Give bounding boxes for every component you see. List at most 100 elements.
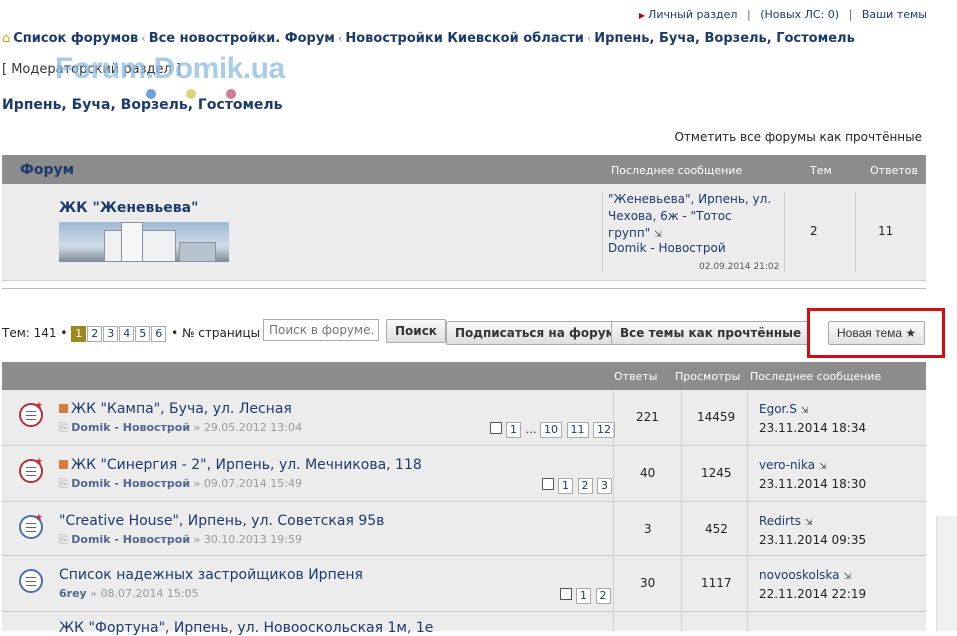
page-number-jump[interactable]: • № страницы ^	[171, 326, 274, 340]
go-to-post-icon[interactable]: ⇲	[801, 406, 809, 416]
topic-date: 30.10.2013 19:59	[203, 533, 302, 546]
topic-date: 08.07.2014 15:05	[100, 587, 199, 600]
breadcrumb-separator: ‹	[586, 32, 592, 45]
topic-pages: 1 2	[560, 588, 612, 604]
header-last-post: Последнее сообщение	[611, 164, 743, 177]
building-tower-shape	[121, 222, 143, 262]
topic-page[interactable]: 10	[540, 422, 562, 438]
topic-page[interactable]: 11	[566, 422, 589, 438]
home-icon[interactable]: ⌂	[2, 31, 10, 46]
divider	[602, 192, 603, 272]
page-2[interactable]: 2	[87, 326, 103, 342]
topic-title-link[interactable]: ЖК "Кампа", Буча, ул. Лесная	[59, 401, 292, 417]
topic-last-post: novooskolska ⇲ 22.11.2014 22:19	[759, 567, 866, 603]
private-messages-link[interactable]: (Новых ЛС: 0)	[760, 8, 839, 21]
breadcrumb-current[interactable]: Ирпень, Буча, Ворзель, Гостомель	[594, 31, 855, 46]
topic-row: ЖК "Фортуна", Ирпень, ул. Новооскольская…	[2, 612, 926, 636]
scrollbar[interactable]	[936, 516, 957, 631]
personal-arrow-icon: ▶	[638, 11, 646, 20]
topic-meta: ⎘ Domik - Новострой » 29.05.2012 13:04	[59, 421, 302, 434]
last-date: 23.11.2014 18:34	[759, 421, 867, 435]
hot-topic-icon: ★	[19, 457, 43, 483]
subscribe-forum-button[interactable]: Подписаться на форум	[446, 321, 625, 345]
subforum-last-post-link[interactable]: "Женевьева", Ирпень, ул. Чехова, 6ж - "Т…	[608, 191, 773, 244]
subforum-last-author[interactable]: Domik - Новострой	[608, 241, 726, 255]
last-author-link[interactable]: vero-nika	[759, 458, 815, 472]
page-6[interactable]: 6	[151, 326, 167, 342]
topic-page[interactable]: 1	[558, 478, 573, 494]
header-replies: Ответов	[870, 164, 918, 177]
topic-title-link[interactable]: Список надежных застройщиков Ирпеня	[59, 567, 363, 583]
breadcrumb-kiev-region[interactable]: Новостройки Киевской области	[345, 31, 584, 46]
your-topics-link[interactable]: Ваши темы	[862, 8, 927, 21]
topic-author[interactable]: Domik - Новострой	[71, 533, 190, 546]
topic-page[interactable]: 1	[506, 422, 521, 438]
topic-page[interactable]: 1	[576, 588, 591, 604]
building-annex-shape	[179, 242, 216, 262]
divider	[613, 556, 614, 611]
page-1[interactable]: 1	[71, 326, 87, 342]
topic-title-link[interactable]: ЖК "Фортуна", Ирпень, ул. Новооскольская…	[59, 620, 433, 636]
breadcrumb-all-newbuilds[interactable]: Все новостройки. Форум	[149, 31, 335, 46]
subforum-building-image[interactable]	[59, 222, 229, 262]
page-4[interactable]: 4	[119, 326, 135, 342]
page-5[interactable]: 5	[135, 326, 151, 342]
topic-author[interactable]: Domik - Новострой	[71, 477, 190, 490]
topic-page[interactable]: 2	[595, 588, 611, 604]
separator: |	[848, 8, 853, 21]
last-author-link[interactable]: Egor.S	[759, 402, 797, 416]
divider	[747, 446, 748, 501]
last-author-link[interactable]: novooskolska	[759, 568, 840, 582]
pages-icon	[542, 478, 554, 490]
new-topic-button[interactable]: Новая тема ★	[828, 321, 926, 345]
divider	[681, 502, 682, 555]
topic-pages: 1 2 3	[542, 478, 613, 494]
divider	[855, 192, 856, 272]
topic-icon: ★	[19, 513, 43, 539]
breadcrumb-separator: ‹	[141, 32, 146, 45]
subforum-table-header: Форум Последнее сообщение Тем Ответов	[2, 155, 926, 184]
topic-title-link[interactable]: "Creative House", Ирпень, ул. Советская …	[59, 513, 384, 529]
topic-views: 452	[705, 522, 728, 536]
last-date: 23.11.2014 09:35	[759, 533, 867, 547]
divider	[613, 446, 614, 501]
divider	[681, 612, 682, 631]
topic-page[interactable]: 3	[597, 478, 612, 494]
go-to-post-icon[interactable]: ⇲	[654, 230, 662, 240]
go-to-post-icon[interactable]: ⇲	[844, 572, 852, 582]
divider	[747, 502, 748, 555]
topic-date: 09.07.2014 15:49	[203, 477, 302, 490]
topic-views: 14459	[697, 410, 736, 424]
topic-meta: 6rey » 08.07.2014 15:05	[59, 587, 199, 600]
subforum-name-link[interactable]: ЖК "Женевьева"	[59, 200, 198, 216]
topic-title: ЖК "Синергия - 2", Ирпень, ул. Мечникова…	[71, 457, 422, 473]
topic-page[interactable]: 12	[593, 422, 615, 438]
go-to-post-icon[interactable]: ⇲	[819, 462, 827, 472]
topic-page[interactable]: 2	[577, 478, 593, 494]
subforum-last-date: 02.09.2014 21:02	[699, 262, 780, 272]
topic-title-link[interactable]: ЖК "Синергия - 2", Ирпень, ул. Мечникова…	[59, 457, 422, 473]
divider	[681, 390, 682, 445]
page-3[interactable]: 3	[103, 326, 119, 342]
page-title[interactable]: Ирпень, Буча, Ворзель, Гостомель	[2, 97, 283, 113]
breadcrumb-forum-list[interactable]: Список форумов	[13, 31, 138, 46]
last-author-link[interactable]: Redirts	[759, 514, 801, 528]
topic-author[interactable]: Domik - Новострой	[71, 421, 190, 434]
topic-author[interactable]: 6rey	[59, 587, 87, 600]
header-views: Просмотры	[675, 370, 741, 383]
header-last-post: Последнее сообщение	[750, 370, 882, 383]
topic-row: ★ ЖК "Кампа", Буча, ул. Лесная ⎘ Domik -…	[2, 390, 926, 446]
personal-section-link[interactable]: Личный раздел	[648, 8, 737, 21]
go-to-post-icon[interactable]: ⇲	[805, 518, 813, 528]
mark-all-read-button[interactable]: Все темы как прочтённые	[611, 321, 811, 345]
topic-replies: 40	[640, 466, 656, 480]
pages-icon	[490, 422, 502, 434]
mark-forums-read-link[interactable]: Отметить все форумы как прочтённые	[674, 130, 922, 144]
divider	[2, 288, 926, 289]
forum-search-input[interactable]	[263, 319, 379, 341]
topic-replies: 221	[636, 410, 659, 424]
topic-icon	[19, 569, 43, 593]
divider	[681, 446, 682, 501]
search-button[interactable]: Поиск	[386, 319, 446, 343]
hot-topic-icon: ★	[19, 401, 43, 427]
